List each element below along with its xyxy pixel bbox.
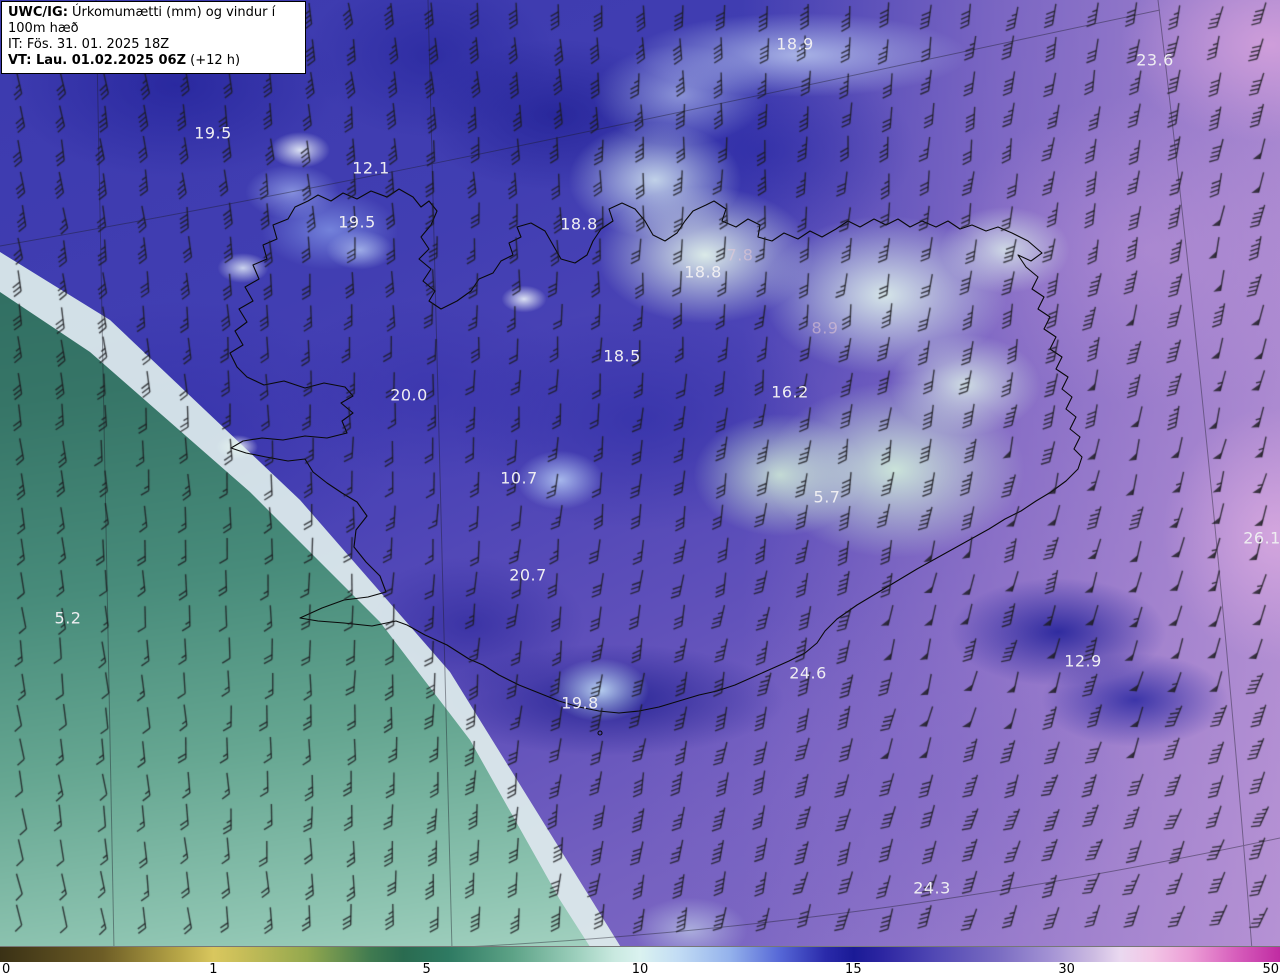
title-line-init-time: IT: Fös. 31. 01. 2025 18Z — [8, 37, 170, 52]
colorbar-tick-labels: 0 1 5 10 15 30 50 — [0, 962, 1280, 978]
map-title-box: UWC/IG: Úrkomumætti (mm) og vindur í 100… — [1, 1, 306, 74]
map-value-label: 12.1 — [352, 158, 390, 178]
map-value-label: 7.8 — [726, 245, 754, 265]
map-value-label: 23.6 — [1136, 50, 1174, 70]
weather-map: 18.9 23.6 19.5 12.1 19.5 18.8 7.8 18.8 8.9 18.5 20… — [0, 0, 1280, 946]
weather-map-screenshot: 18.9 23.6 19.5 12.1 19.5 18.8 7.8 18.8 8.9 18.5 20… — [0, 0, 1280, 978]
map-value-label: 18.9 — [776, 34, 814, 54]
map-value-label: 24.3 — [913, 878, 951, 898]
colorbar-tick-label: 10 — [631, 962, 649, 977]
map-value-label: 16.2 — [771, 382, 809, 402]
colorbar-tick-label: 15 — [845, 962, 862, 977]
map-value-label: 24.6 — [789, 663, 827, 683]
colorbar-tick-label: 50 — [1262, 962, 1279, 977]
map-value-label: 12.9 — [1064, 651, 1102, 671]
map-value-label: 5.7 — [813, 487, 841, 507]
map-value-label: 8.9 — [811, 318, 839, 338]
map-value-label: 18.8 — [684, 262, 722, 282]
map-value-label: 20.7 — [509, 565, 547, 585]
map-value-label: 19.8 — [561, 693, 599, 713]
product-id: UWC/IG: — [8, 5, 68, 20]
map-value-label: 10.7 — [500, 468, 538, 488]
colorbar-tick-label: 0 — [2, 962, 11, 977]
wind-barbs-layer — [0, 0, 1280, 946]
map-value-label: 20.0 — [390, 385, 428, 405]
map-value-label: 18.5 — [603, 346, 641, 366]
map-value-label: 5.2 — [54, 608, 82, 628]
valid-time: VT: Lau. 01.02.2025 06Z — [8, 53, 187, 68]
map-value-label: 26.1 — [1243, 528, 1280, 548]
map-value-label: 19.5 — [194, 123, 232, 143]
colorbar-tick-label: 1 — [209, 962, 218, 977]
colorbar-gradient — [0, 946, 1280, 962]
colorbar-tick-label: 30 — [1058, 962, 1075, 977]
title-line-product: UWC/IG: Úrkomumætti (mm) og vindur í 100… — [8, 5, 299, 37]
colorbar-tick-label: 5 — [422, 962, 431, 977]
map-value-label: 19.5 — [338, 212, 376, 232]
forecast-offset: (+12 h) — [186, 53, 241, 68]
title-line-valid-time: VT: Lau. 01.02.2025 06Z (+12 h) — [8, 53, 299, 69]
map-value-label: 18.8 — [560, 214, 598, 234]
